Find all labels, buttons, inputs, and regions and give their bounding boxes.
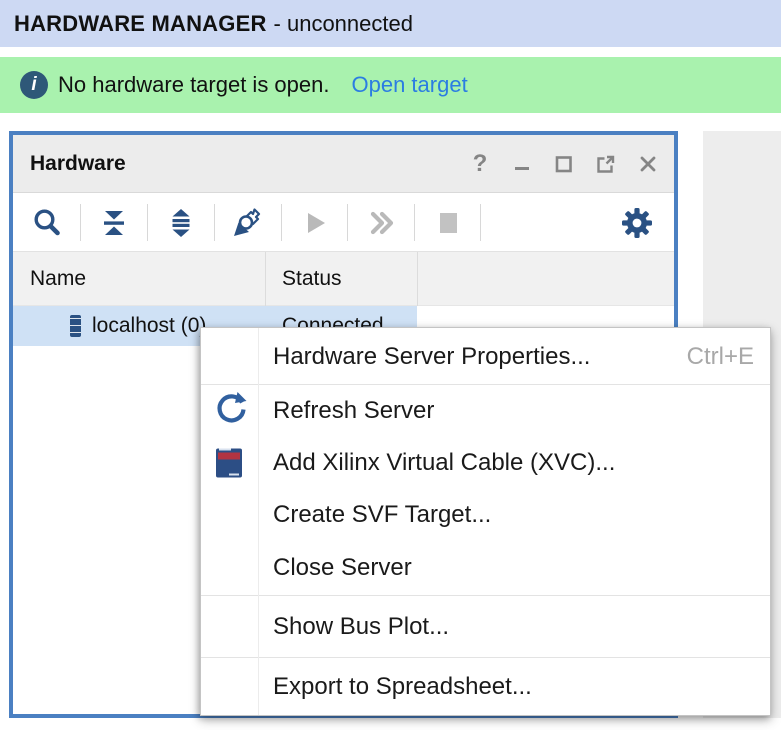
- menu-item-create-svf-target[interactable]: Create SVF Target...: [201, 489, 770, 541]
- minimize-icon[interactable]: [508, 150, 536, 178]
- server-icon: [70, 315, 81, 337]
- menu-item-show-bus-plot[interactable]: Show Bus Plot...: [201, 596, 770, 657]
- column-separator[interactable]: [417, 252, 418, 306]
- connection-status: - unconnected: [274, 11, 413, 37]
- menu-item-export-to-spreadsheet[interactable]: Export to Spreadsheet...: [201, 658, 770, 715]
- refresh-icon: [213, 390, 249, 433]
- toolbar-separator: [80, 204, 81, 241]
- menu-item-close-server[interactable]: Close Server: [201, 541, 770, 595]
- maximize-icon[interactable]: [550, 150, 578, 178]
- window-controls: ?: [466, 135, 662, 193]
- toolbar-separator: [480, 204, 481, 241]
- hardware-panel-titlebar: Hardware ?: [13, 135, 674, 193]
- toolbar-separator: [414, 204, 415, 241]
- toolbar-separator: [281, 204, 282, 241]
- context-menu: Hardware Server Properties... Ctrl+E Ref…: [200, 327, 771, 716]
- column-separator[interactable]: [265, 252, 266, 306]
- toolbar-separator: [347, 204, 348, 241]
- run-all-icon[interactable]: [360, 202, 402, 244]
- menu-item-label: Refresh Server: [273, 397, 434, 425]
- settings-gear-icon[interactable]: [616, 202, 658, 244]
- info-bar: i No hardware target is open. Open targe…: [0, 57, 781, 113]
- menu-item-refresh-server[interactable]: Refresh Server: [201, 385, 770, 437]
- search-icon[interactable]: [26, 202, 68, 244]
- column-header-name[interactable]: Name: [30, 252, 86, 306]
- menu-item-label: Create SVF Target...: [273, 501, 491, 529]
- menu-item-hardware-server-properties[interactable]: Hardware Server Properties... Ctrl+E: [201, 329, 770, 384]
- collapse-all-icon[interactable]: [93, 202, 135, 244]
- menu-item-label: Add Xilinx Virtual Cable (XVC)...: [273, 449, 615, 477]
- row-name-cell: localhost (0): [92, 314, 206, 338]
- menu-item-label: Close Server: [273, 554, 412, 582]
- auto-connect-icon[interactable]: [226, 202, 268, 244]
- close-icon[interactable]: [634, 150, 662, 178]
- menu-item-label: Export to Spreadsheet...: [273, 673, 532, 701]
- column-header-status[interactable]: Status: [282, 252, 342, 306]
- info-icon: i: [20, 71, 48, 99]
- menu-shortcut: Ctrl+E: [687, 343, 754, 371]
- float-icon[interactable]: [592, 150, 620, 178]
- header-banner: HARDWARE MANAGER - unconnected: [0, 0, 781, 47]
- menu-item-label: Show Bus Plot...: [273, 613, 449, 641]
- menu-item-add-xvc[interactable]: Add Xilinx Virtual Cable (XVC)...: [201, 437, 770, 489]
- page-title: HARDWARE MANAGER: [14, 11, 267, 37]
- run-icon[interactable]: [293, 202, 335, 244]
- stop-icon[interactable]: [427, 202, 469, 244]
- hardware-manager-screen: HARDWARE MANAGER - unconnected i No hard…: [0, 0, 781, 730]
- toolbar-separator: [214, 204, 215, 241]
- expand-all-icon[interactable]: [160, 202, 202, 244]
- open-target-link[interactable]: Open target: [352, 72, 468, 98]
- info-message: No hardware target is open.: [58, 72, 330, 98]
- hardware-toolbar: [13, 193, 674, 252]
- table-header: Name Status: [13, 252, 674, 306]
- xvc-chip-icon: [216, 449, 242, 478]
- toolbar-separator: [147, 204, 148, 241]
- panel-title: Hardware: [30, 152, 126, 176]
- help-icon[interactable]: ?: [466, 150, 494, 178]
- menu-item-label: Hardware Server Properties...: [273, 343, 590, 371]
